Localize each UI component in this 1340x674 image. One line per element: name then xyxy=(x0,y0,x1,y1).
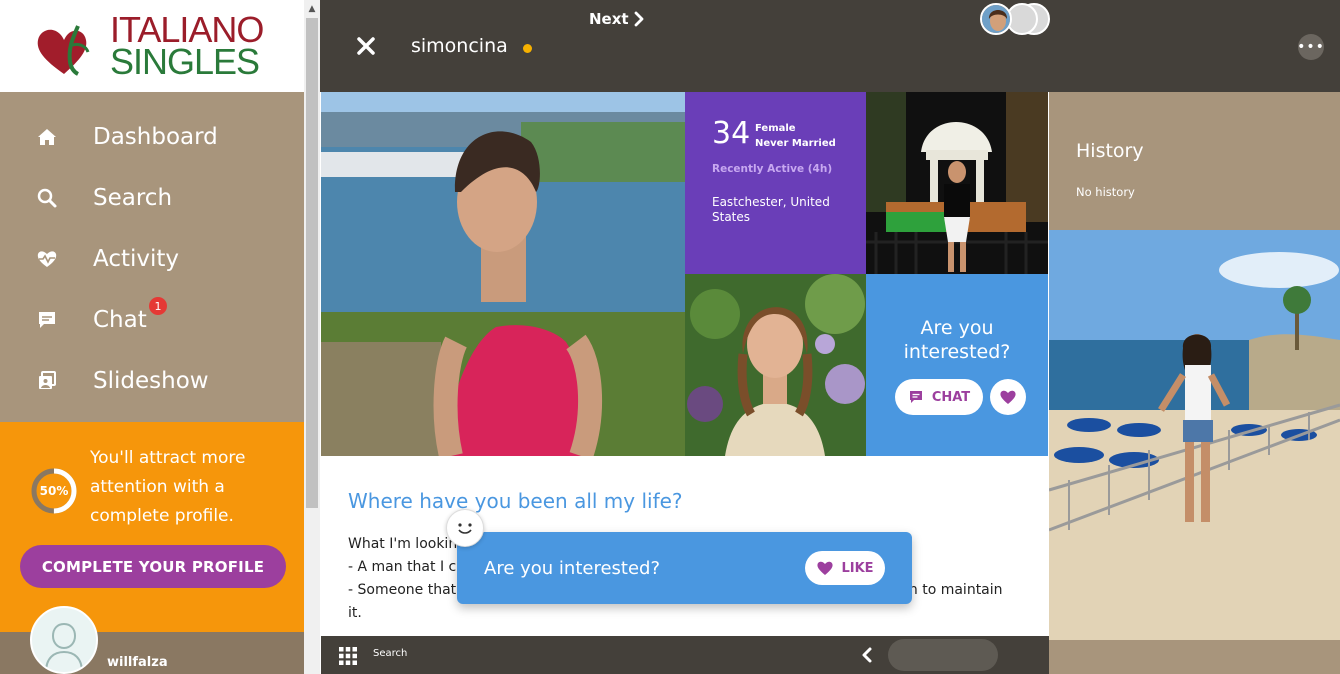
profile-gender: Female xyxy=(755,123,796,134)
main-profile-photo[interactable] xyxy=(321,92,685,456)
right-panel-footer xyxy=(1049,640,1340,674)
profile-summary-card: 34 Female Never Married Recently Active … xyxy=(685,92,866,274)
back-to-search-link[interactable]: Search xyxy=(373,648,407,659)
sidebar-item-slideshow[interactable]: Slideshow xyxy=(0,350,304,411)
smiley-icon xyxy=(446,509,484,547)
history-panel: History No history xyxy=(1049,92,1340,230)
sidebar-item-search[interactable]: Search xyxy=(0,167,304,228)
site-logo[interactable]: ITALIANO SINGLES xyxy=(0,0,304,92)
chat-button[interactable]: CHAT xyxy=(895,379,983,415)
chat-icon xyxy=(36,309,58,331)
scroll-up-arrow-icon[interactable]: ▲ xyxy=(304,0,320,18)
sidebar-item-label: Search xyxy=(93,184,173,211)
next-button-label: Next xyxy=(589,10,629,28)
chat-button-label: CHAT xyxy=(931,389,971,405)
profile-progress-label: 50% xyxy=(39,484,69,498)
promo-message: You'll attract more attention with a com… xyxy=(90,448,246,526)
bottom-navigation-bar: Search xyxy=(321,636,1049,674)
chat-unread-badge: 1 xyxy=(149,297,167,315)
profile-marital-status: Never Married xyxy=(755,138,836,149)
previous-arrow-icon[interactable] xyxy=(859,646,875,664)
next-button[interactable] xyxy=(888,639,998,671)
history-empty-text: No history xyxy=(1076,185,1135,199)
close-icon[interactable] xyxy=(356,36,376,56)
sidebar-item-chat[interactable]: Chat 1 xyxy=(0,289,304,350)
sidebar-scrollbar[interactable]: ▲ xyxy=(304,0,320,674)
heart-icon xyxy=(1000,390,1016,404)
about-text-line-end: gh to maintain xyxy=(900,582,1003,598)
profile-gender-status: Female Never Married xyxy=(755,121,836,151)
interest-card: Are you interested? CHAT xyxy=(866,274,1048,456)
about-text-line: it. xyxy=(348,605,362,621)
online-status-dot xyxy=(523,44,532,53)
avatar[interactable] xyxy=(30,606,98,674)
complete-profile-button[interactable]: COMPLETE YOUR PROFILE xyxy=(20,545,286,588)
sidebar-nav: Dashboard Search Activity Chat 1 Slidesh… xyxy=(0,106,304,411)
next-arrow-icon xyxy=(634,11,644,27)
about-text-line: - Someone that i xyxy=(348,582,465,598)
like-button-label: LIKE xyxy=(841,560,874,576)
sidebar-item-label: Dashboard xyxy=(93,123,218,150)
sidebar-item-label: Chat xyxy=(93,306,147,333)
profile-header: simoncina ••• xyxy=(320,0,1340,92)
like-button[interactable]: LIKE xyxy=(805,551,885,585)
last-active: Recently Active (4h) xyxy=(712,163,833,175)
like-heart-button[interactable] xyxy=(990,379,1026,415)
grid-icon[interactable] xyxy=(339,647,357,665)
profile-age: 34 xyxy=(712,116,751,151)
logo-heart-icon xyxy=(37,25,90,76)
user-silhouette-icon xyxy=(45,622,83,672)
profile-location: Eastchester, United States xyxy=(712,195,830,224)
interest-popup: Are you interested? LIKE xyxy=(457,532,912,604)
history-title: History xyxy=(1076,140,1144,162)
profile-photo-night[interactable] xyxy=(866,92,1048,274)
profile-name: simoncina xyxy=(411,35,508,57)
about-text-line: - A man that I ca xyxy=(348,559,465,575)
sidebar-item-label: Slideshow xyxy=(93,367,209,394)
profile-photo-beach[interactable] xyxy=(1049,230,1340,640)
search-icon xyxy=(36,187,58,209)
next-profile-thumbnail[interactable] xyxy=(980,3,1012,35)
popup-question: Are you interested? xyxy=(484,558,661,579)
sidebar-item-label: Activity xyxy=(93,245,180,272)
ellipsis-icon: ••• xyxy=(1297,39,1325,55)
slideshow-icon xyxy=(36,370,58,392)
scroll-thumb[interactable] xyxy=(306,18,318,508)
sidebar-item-dashboard[interactable]: Dashboard xyxy=(0,106,304,167)
about-title: Where have you been all my life? xyxy=(348,489,683,513)
logo-text-line2: SINGLES xyxy=(110,41,260,82)
heartbeat-icon xyxy=(36,248,58,270)
profile-photo-garden[interactable] xyxy=(685,274,866,456)
interest-question: Are you interested? xyxy=(903,317,1011,363)
sidebar-item-activity[interactable]: Activity xyxy=(0,228,304,289)
username: willfalza xyxy=(107,655,168,670)
heart-icon xyxy=(817,561,834,575)
home-icon xyxy=(36,126,58,148)
more-options-button[interactable]: ••• xyxy=(1297,34,1325,60)
chat-icon xyxy=(909,391,922,403)
